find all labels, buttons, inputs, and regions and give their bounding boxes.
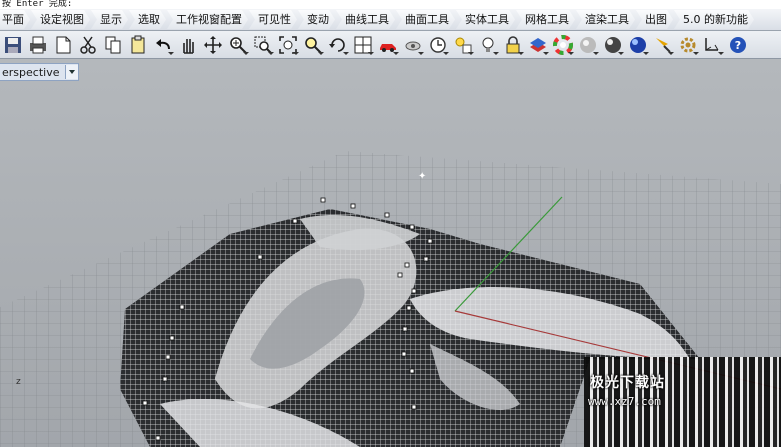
- command-prompt: 按 Enter 完成:: [2, 0, 73, 9]
- dimension-icon[interactable]: [700, 33, 725, 57]
- sphere-render-icon[interactable]: [600, 33, 625, 57]
- rotate-view-icon[interactable]: [200, 33, 225, 57]
- paste-icon[interactable]: [125, 33, 150, 57]
- light-marker: ✦: [418, 171, 426, 182]
- pencil-flag-icon[interactable]: [650, 33, 675, 57]
- blue-sphere-icon[interactable]: [625, 33, 650, 57]
- tab-curve-tools[interactable]: 曲线工具: [336, 10, 395, 29]
- cut-icon[interactable]: [75, 33, 100, 57]
- zoom-icon[interactable]: [225, 33, 250, 57]
- bulb-icon[interactable]: [475, 33, 500, 57]
- tab-solid-tools[interactable]: 实体工具: [456, 10, 515, 29]
- layer-icon[interactable]: [525, 33, 550, 57]
- color-wheel-icon[interactable]: [550, 33, 575, 57]
- tab-plane[interactable]: 平面: [0, 10, 30, 29]
- print-icon[interactable]: [25, 33, 50, 57]
- zoom-selected-icon[interactable]: [300, 33, 325, 57]
- toolbar-tab-bar: 平面 设定视图 显示 选取 工作视窗配置 可见性 变动 曲线工具 曲面工具 实体…: [0, 9, 781, 31]
- rotate-camera-icon[interactable]: [325, 33, 350, 57]
- main-toolbar: ?: [0, 31, 781, 59]
- pan-hand-icon[interactable]: [175, 33, 200, 57]
- tab-new-in-v5[interactable]: 5.0 的新功能: [674, 10, 754, 29]
- tab-drafting[interactable]: 出图: [636, 10, 673, 29]
- watermark-title: 极光下载站: [590, 375, 665, 391]
- sphere-shaded-icon[interactable]: [575, 33, 600, 57]
- clock-icon[interactable]: [425, 33, 450, 57]
- zoom-window-icon[interactable]: [250, 33, 275, 57]
- zoom-extents-icon[interactable]: [275, 33, 300, 57]
- car-icon[interactable]: [375, 33, 400, 57]
- tab-render-tools[interactable]: 渲染工具: [576, 10, 635, 29]
- command-line[interactable]: 按 Enter 完成:: [0, 0, 781, 9]
- camera-icon[interactable]: [400, 33, 425, 57]
- tab-surface-tools[interactable]: 曲面工具: [396, 10, 455, 29]
- tab-transform[interactable]: 变动: [298, 10, 335, 29]
- tab-set-view[interactable]: 设定视图: [31, 10, 90, 29]
- tab-viewport-layout[interactable]: 工作视窗配置: [167, 10, 248, 29]
- tab-display[interactable]: 显示: [91, 10, 128, 29]
- tab-visibility[interactable]: 可见性: [249, 10, 297, 29]
- save-icon[interactable]: [0, 33, 25, 57]
- watermark-url: www.xz7.com: [588, 395, 661, 408]
- undo-icon[interactable]: [150, 33, 175, 57]
- tab-mesh-tools[interactable]: 网格工具: [516, 10, 575, 29]
- viewport-label: erspective: [2, 65, 60, 79]
- svg-text:?: ?: [734, 39, 740, 52]
- light-icon[interactable]: [450, 33, 475, 57]
- gear-icon[interactable]: [675, 33, 700, 57]
- viewport-title[interactable]: erspective: [0, 63, 80, 81]
- viewport-layout-icon[interactable]: [350, 33, 375, 57]
- axis-label-z: z: [16, 377, 21, 387]
- lock-icon[interactable]: [500, 33, 525, 57]
- page-setup-icon[interactable]: [50, 33, 75, 57]
- copy-icon[interactable]: [100, 33, 125, 57]
- help-icon[interactable]: ?: [725, 33, 750, 57]
- tab-select[interactable]: 选取: [129, 10, 166, 29]
- viewport-menu-arrow[interactable]: [65, 65, 79, 79]
